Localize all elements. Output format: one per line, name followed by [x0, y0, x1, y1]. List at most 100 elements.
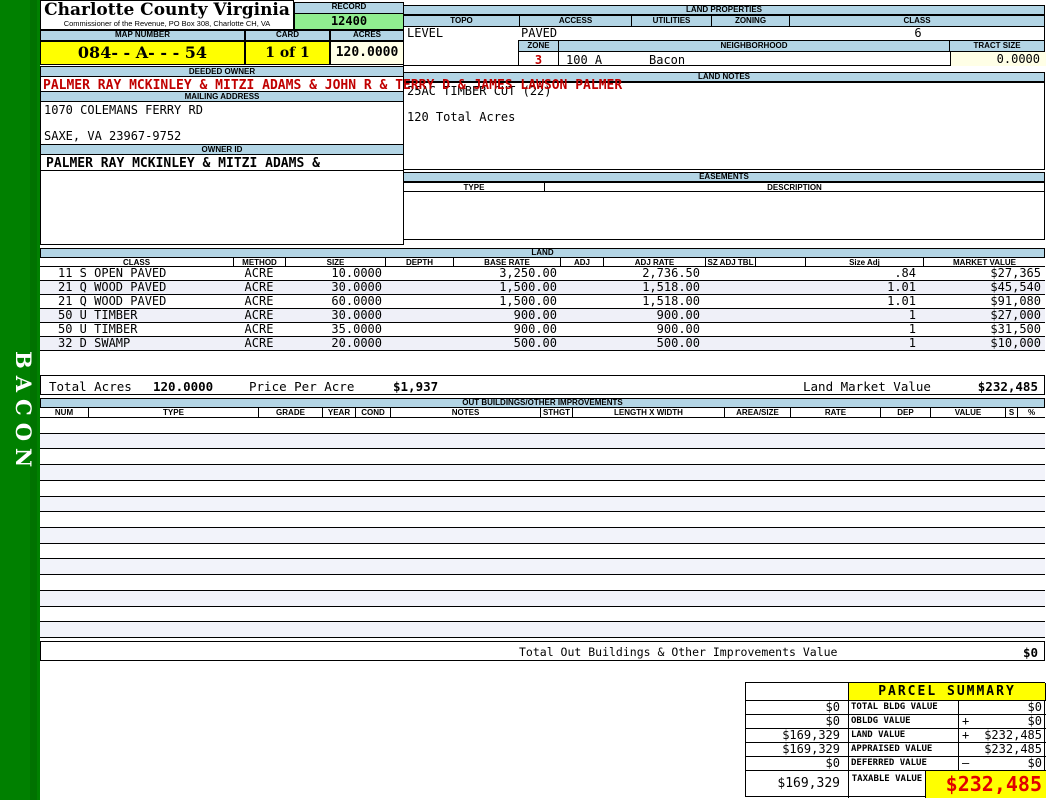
land-sz-adj-tbl	[705, 295, 755, 308]
mailing-address-line1: 1070 COLEMANS FERRY RD	[44, 103, 203, 117]
land-market-value-label: Land Market Value	[803, 379, 931, 394]
land-adj-rate: 1,518.00	[642, 294, 700, 308]
ob-empty-row	[40, 512, 1045, 529]
land-sz-adj-tbl	[705, 337, 755, 350]
land-col-adj-rate: ADJ RATE	[603, 258, 705, 267]
ps-right-value: $0	[1027, 701, 1042, 714]
ps-row-label: TOTAL BLDG VALUE	[849, 701, 959, 715]
land-depth	[385, 295, 453, 308]
acres-label: ACRES	[330, 30, 404, 41]
ps-left-value: $169,329	[746, 729, 849, 743]
tract-size-value: 0.0000	[950, 52, 1046, 66]
ps-op: –	[962, 757, 970, 770]
land-col-size: SIZE	[285, 258, 385, 267]
ps-row-label: APPRAISED VALUE	[849, 743, 959, 757]
land-adj	[560, 267, 603, 280]
ob-col-sthgt: STHGT	[540, 408, 572, 417]
land-size: 30.0000	[331, 280, 382, 294]
land-size-adj: 1	[908, 336, 916, 350]
taxable-left-value: $169,329	[746, 771, 849, 798]
ps-right-value: $0	[1027, 715, 1042, 728]
land-base-rate: 500.00	[513, 336, 557, 350]
zone-neighborhood-box: ZONE NEIGHBORHOOD TRACT SIZE 3 100 A Bac…	[518, 40, 1046, 67]
land-blank	[755, 295, 805, 308]
land-market-value: $31,500	[990, 322, 1041, 336]
land-row: 50 U TIMBER ACRE 35.0000 900.00 900.00 1…	[40, 323, 1045, 337]
ob-col-length-width: LENGTH X WIDTH	[572, 408, 724, 417]
mailing-address-line2: SAXE, VA 23967-9752	[44, 129, 182, 143]
land-col-size-adj: Size Adj	[805, 258, 923, 267]
land-adj	[560, 295, 603, 308]
land-size-adj: 1	[908, 308, 916, 322]
ob-col-pct-comp: % COMP	[1017, 408, 1045, 417]
deeded-owner-label: DEEDED OWNER	[40, 66, 404, 77]
land-adj-rate: 900.00	[656, 308, 700, 322]
ps-row-label: LAND VALUE	[849, 729, 959, 743]
land-blank	[755, 281, 805, 294]
utilities-label: UTILITIES	[631, 16, 711, 27]
land-col-adj: ADJ	[560, 258, 603, 267]
land-class: 32 D SWAMP	[58, 336, 131, 350]
ob-empty-row	[40, 433, 1045, 450]
land-market-value: $91,080	[990, 294, 1041, 308]
ob-col-num: NUM	[54, 408, 74, 417]
land-class: 50 U TIMBER	[58, 322, 138, 336]
land-adj-rate: 2,736.50	[642, 266, 700, 280]
land-adj	[560, 337, 603, 350]
total-acres-value: 120.0000	[153, 379, 214, 394]
land-size: 35.0000	[331, 322, 382, 336]
easement-description-label: DESCRIPTION	[545, 182, 1045, 192]
neighborhood-tab-label: BACON	[11, 351, 36, 475]
out-buildings-rows	[40, 418, 1045, 639]
record-value: 12400	[294, 14, 404, 30]
ps-corner-cell	[746, 683, 849, 701]
land-adj-rate: 1,518.00	[642, 280, 700, 294]
property-record-card: BACON Charlotte County Virginia Commissi…	[0, 0, 1050, 800]
ob-col-area-size: AREA/SIZE	[724, 408, 790, 417]
land-method: ACRE	[244, 308, 274, 322]
tract-size-label: TRACT SIZE	[949, 41, 1044, 52]
land-col-sz-adj-tbl: SZ ADJ TBL	[705, 258, 755, 267]
ob-empty-row	[40, 481, 1045, 497]
county-subtitle: Commissioner of the Revenue, PO Box 308,…	[63, 19, 271, 28]
land-col-method: METHOD	[233, 258, 285, 267]
land-depth	[385, 337, 453, 350]
easements-box	[403, 192, 1045, 240]
land-base-rate: 3,250.00	[499, 266, 557, 280]
land-size: 10.0000	[331, 266, 382, 280]
ob-empty-row	[40, 559, 1045, 576]
ob-empty-row	[40, 449, 1045, 466]
land-base-rate: 1,500.00	[499, 294, 557, 308]
ps-left-value: $0	[746, 757, 849, 771]
land-size: 60.0000	[331, 294, 382, 308]
owner-id-label: OWNER ID	[40, 144, 404, 155]
land-size-adj: .84	[894, 266, 916, 280]
access-value: PAVED	[521, 26, 558, 40]
land-row: 11 S OPEN PAVED ACRE 10.0000 3,250.00 2,…	[40, 267, 1045, 281]
easements-label: EASEMENTS	[403, 172, 1045, 182]
land-adj	[560, 281, 603, 294]
zone-values-row: 3 100 A Bacon 0.0000	[519, 52, 1046, 67]
record-label: RECORD	[294, 2, 404, 14]
land-class: 21 Q WOOD PAVED	[58, 294, 167, 308]
land-size-adj: 1	[908, 322, 916, 336]
neighborhood-code: 100 A	[566, 53, 603, 67]
land-market-value: $27,365	[990, 266, 1041, 280]
land-market-value-total: $232,485	[977, 379, 1038, 394]
ps-left-value: $0	[746, 701, 849, 715]
land-market-value: $27,000	[990, 308, 1041, 322]
ps-right-value: $232,485	[984, 729, 1042, 742]
ob-empty-row	[40, 418, 1045, 434]
ob-col-year: YEAR	[322, 408, 355, 417]
neighborhood-name: Bacon	[649, 53, 686, 67]
land-depth	[385, 323, 453, 336]
county-header: Charlotte County Virginia Commissioner o…	[40, 0, 294, 30]
land-size-adj: 1.01	[887, 280, 916, 294]
land-col-market-value: MARKET VALUE	[923, 258, 1045, 267]
land-col-blank	[755, 258, 805, 266]
zoning-label: ZONING	[711, 16, 789, 27]
ob-col-rate: RATE	[790, 408, 880, 417]
land-col-depth: DEPTH	[385, 258, 453, 267]
ob-col-cond: COND	[355, 408, 390, 417]
land-base-rate: 900.00	[513, 308, 557, 322]
